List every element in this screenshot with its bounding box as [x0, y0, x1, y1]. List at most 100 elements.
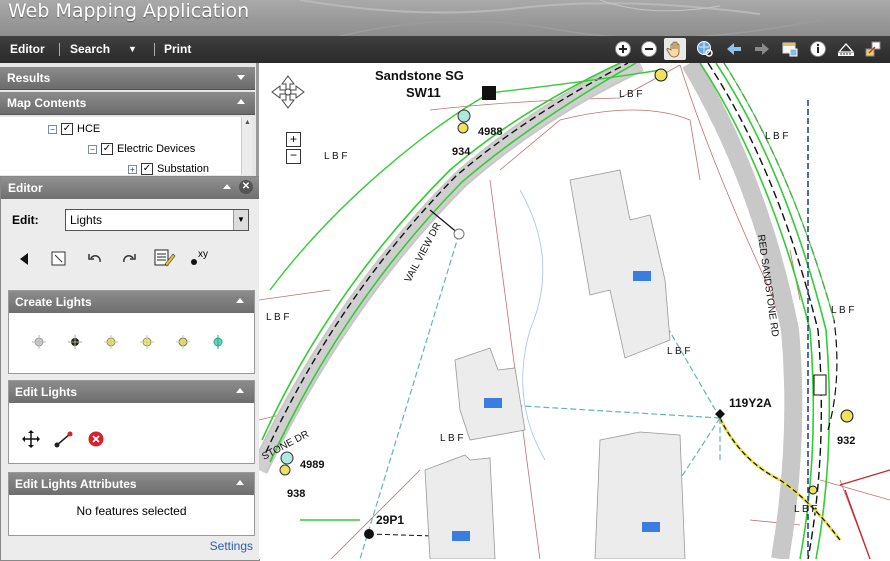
expand-icon[interactable]: + [128, 164, 137, 174]
edit-lights-header[interactable]: Edit Lights [9, 381, 254, 403]
edit-lights-panel: Edit Lights [8, 380, 255, 464]
light-template-yellow-2[interactable] [140, 335, 154, 349]
scroll-up-icon[interactable]: ▲ [244, 119, 251, 126]
tree-item-substation[interactable]: + ✓ Substation [128, 161, 209, 175]
undo-icon[interactable] [85, 249, 105, 269]
xy-point-icon[interactable]: xy [189, 247, 213, 269]
close-icon[interactable]: ✕ [239, 180, 253, 194]
create-lights-panel: Create Lights [8, 290, 255, 374]
next-extent-icon[interactable] [751, 38, 773, 60]
measure-icon[interactable] [835, 38, 857, 60]
edit-lights-title: Edit Lights [15, 385, 77, 399]
delete-icon[interactable] [86, 429, 106, 449]
device-label: 29P1 [376, 513, 404, 527]
results-panel-header[interactable]: Results [0, 67, 255, 90]
switch-icon [813, 374, 827, 396]
redo-icon[interactable] [119, 249, 139, 269]
light-icon [457, 122, 469, 134]
collapse-icon[interactable]: − [88, 144, 97, 154]
layer-select-value: Lights [70, 213, 103, 227]
map-contents-header[interactable]: Map Contents [0, 92, 255, 115]
light-template-yellow[interactable] [104, 335, 118, 349]
device-label: 934 [452, 146, 471, 158]
layer-tree: − ✓ HCE − ✓ Electric Devices + ✓ Substat… [0, 117, 252, 175]
info-icon[interactable] [807, 38, 829, 60]
print-menu[interactable]: Print [164, 42, 191, 56]
light-icon [457, 109, 471, 123]
edit-label: Edit: [12, 213, 39, 227]
create-lights-header[interactable]: Create Lights [9, 291, 254, 313]
zoom-out-icon[interactable] [638, 38, 660, 60]
edit-attributes-header[interactable]: Edit Lights Attributes [9, 473, 254, 495]
device-label: 932 [837, 435, 855, 447]
pole-icon [453, 228, 465, 240]
stream-line [519, 189, 546, 461]
lbf-label: L B F [266, 312, 290, 323]
select-map-icon[interactable] [779, 38, 801, 60]
map-graphics[interactable]: L B F L B F L B F L B F L B F L B F L B … [259, 63, 890, 559]
select-arrow-icon[interactable] [15, 249, 35, 269]
tree-item-electric-devices[interactable]: − ✓ Electric Devices [88, 141, 195, 157]
move-icon[interactable] [21, 429, 41, 449]
collapse-icon[interactable]: − [48, 124, 57, 134]
layer-checkbox[interactable]: ✓ [141, 163, 153, 175]
light-template-grey[interactable] [32, 335, 46, 349]
left-panel: Results Map Contents − ✓ HCE − ✓ Electri… [0, 63, 260, 561]
select-box-icon[interactable] [49, 249, 69, 269]
chevron-up-icon[interactable] [236, 388, 244, 393]
light-icon [279, 464, 291, 476]
full-extent-globe-icon[interactable] [694, 38, 716, 60]
lbf-label: L B F [794, 504, 818, 515]
previous-extent-icon[interactable] [723, 38, 745, 60]
chevron-down-icon[interactable] [237, 75, 245, 80]
light-icon [840, 409, 854, 423]
buildings [424, 169, 686, 559]
editor-menu[interactable]: Editor [10, 42, 45, 56]
road-vail-view-fill [259, 63, 643, 474]
tree-scrollbar[interactable]: ▲ [241, 117, 252, 175]
device-label: 4989 [300, 459, 324, 471]
tree-item-hce[interactable]: − ✓ HCE [48, 121, 100, 137]
editor-header[interactable]: Editor ✕ [1, 177, 259, 199]
edit-attributes-icon[interactable] [153, 247, 177, 269]
title-bar: Web Mapping Application [0, 0, 890, 36]
map-canvas[interactable]: L B F L B F L B F L B F L B F L B F L B … [259, 63, 890, 559]
chevron-up-icon[interactable] [237, 99, 245, 104]
lbf-label: L B F [324, 151, 348, 162]
search-dropdown-icon[interactable]: ▼ [128, 44, 137, 54]
chevron-up-icon[interactable] [236, 298, 244, 303]
chevron-down-icon[interactable]: ▼ [233, 210, 248, 230]
road-vail-view [259, 63, 644, 474]
layer-select[interactable]: Lights ▼ [65, 209, 249, 231]
expand-map-icon[interactable] [862, 38, 884, 60]
light-icon [280, 451, 294, 465]
no-features-text: No features selected [76, 504, 187, 518]
chevron-up-icon[interactable] [236, 480, 244, 485]
zoom-in-button[interactable]: + [286, 132, 301, 147]
toolbar-separator [59, 43, 60, 56]
light-template-black[interactable] [68, 335, 82, 349]
pan-control[interactable] [271, 75, 305, 109]
light-template-teal[interactable] [213, 335, 223, 349]
layer-checkbox[interactable]: ✓ [61, 123, 73, 135]
search-menu[interactable]: Search [70, 42, 110, 56]
edit-attributes-panel: Edit Lights Attributes No features selec… [8, 472, 255, 536]
light-icon [654, 68, 668, 82]
zoom-out-button[interactable]: − [286, 149, 301, 164]
pan-hand-icon[interactable] [664, 38, 686, 60]
device-label: 119Y2A [729, 396, 772, 410]
app-title: Web Mapping Application [8, 0, 250, 22]
map-contents-title: Map Contents [7, 96, 87, 110]
zoom-in-icon[interactable] [612, 38, 634, 60]
light-template-yellow-3[interactable] [176, 335, 190, 349]
tree-item-label: HCE [77, 123, 101, 135]
lbf-label: L B F [440, 433, 464, 444]
settings-link[interactable]: Settings [210, 539, 253, 553]
edit-vertices-icon[interactable] [53, 429, 75, 449]
xy-label: xy [198, 249, 208, 260]
chevron-up-icon[interactable] [223, 184, 231, 189]
device-label: 4988 [478, 126, 502, 138]
substation-id: SW11 [406, 85, 441, 100]
layer-checkbox[interactable]: ✓ [101, 143, 113, 155]
lbf-label: L B F [765, 131, 789, 142]
